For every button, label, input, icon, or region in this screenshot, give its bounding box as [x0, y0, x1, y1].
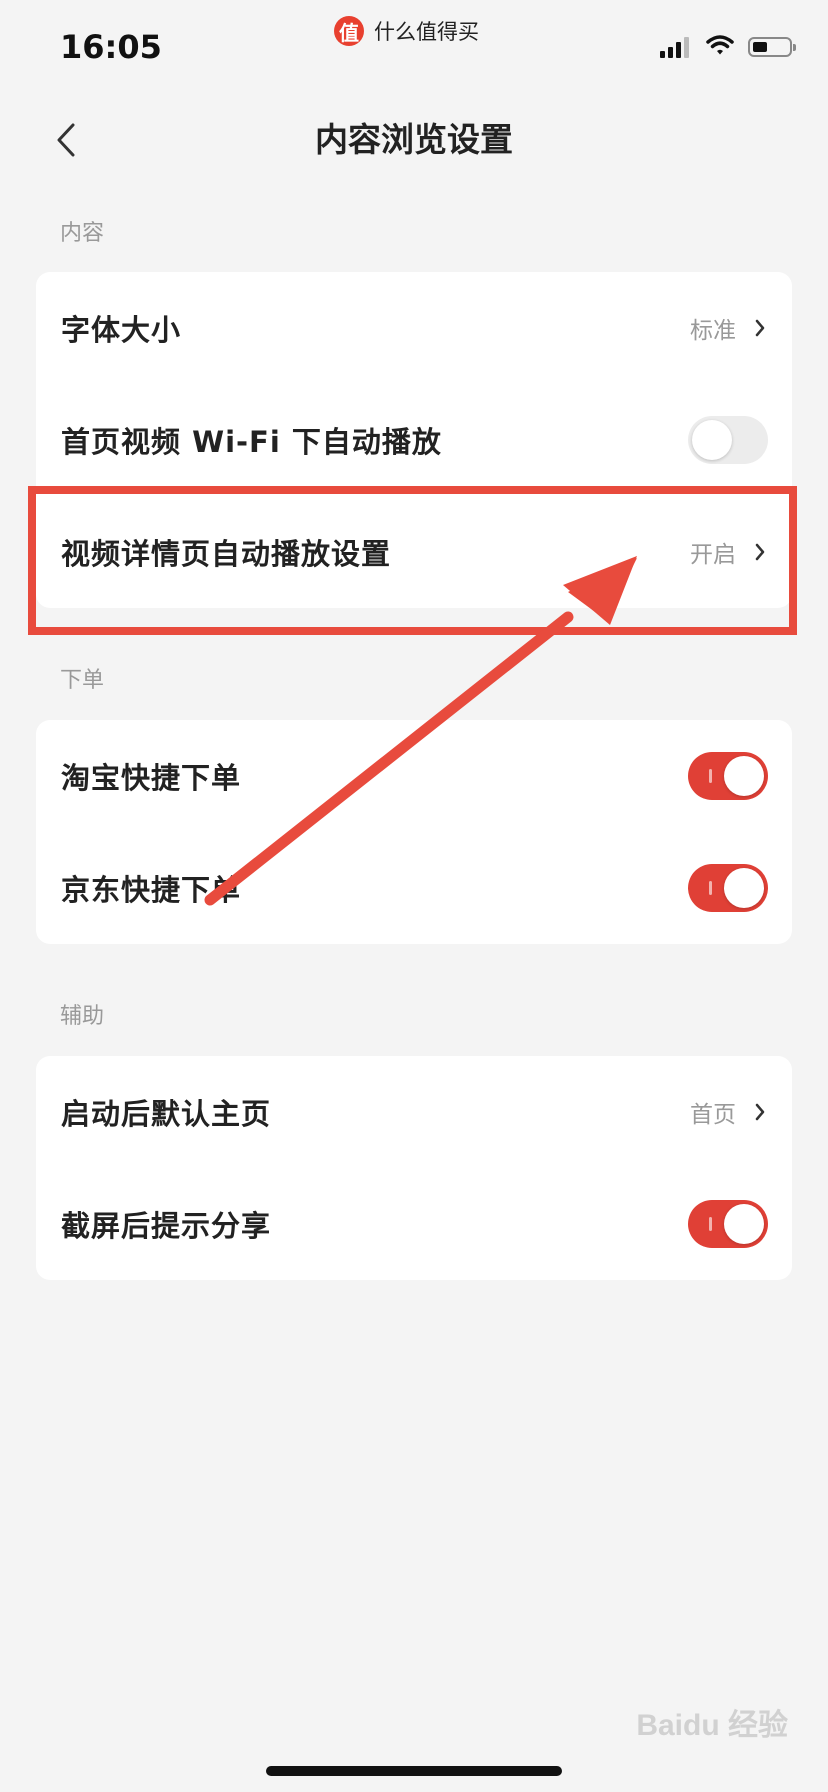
home-video-autoplay-toggle[interactable]: [688, 416, 768, 464]
back-button[interactable]: [48, 118, 84, 162]
card-order: 淘宝快捷下单 京东快捷下单: [36, 720, 792, 944]
row-label: 字体大小: [61, 313, 182, 347]
row-default-home[interactable]: 启动后默认主页 首页: [36, 1056, 792, 1168]
home-indicator: [266, 1766, 562, 1776]
annotation-highlight-box: [28, 486, 797, 635]
app-logo-icon: 值: [334, 16, 364, 46]
row-label: 启动后默认主页: [61, 1097, 272, 1131]
watermark: Baidu 经验: [636, 1709, 788, 1742]
section-label-assist: 辅助: [60, 1004, 105, 1029]
card-assist: 启动后默认主页 首页 截屏后提示分享: [36, 1056, 792, 1280]
row-label: 京东快捷下单: [61, 873, 242, 907]
page-title: 内容浏览设置: [315, 120, 513, 159]
status-time: 16:05: [60, 28, 162, 66]
status-icons: [660, 34, 796, 60]
chevron-left-icon: [57, 123, 75, 157]
row-screenshot-share: 截屏后提示分享: [36, 1168, 792, 1280]
row-label: 淘宝快捷下单: [61, 761, 242, 795]
row-font-size[interactable]: 字体大小 标准: [36, 272, 792, 384]
row-label: 首页视频 Wi-Fi 下自动播放: [61, 425, 442, 459]
row-home-video-autoplay: 首页视频 Wi-Fi 下自动播放: [36, 384, 792, 496]
chevron-right-icon: [754, 1101, 768, 1123]
section-label-content: 内容: [60, 221, 105, 246]
wifi-icon: [706, 34, 734, 60]
row-label: 截屏后提示分享: [61, 1209, 272, 1243]
battery-icon: [748, 37, 796, 57]
taobao-quick-order-toggle[interactable]: [688, 752, 768, 800]
screenshot-share-toggle[interactable]: [688, 1200, 768, 1248]
jd-quick-order-toggle[interactable]: [688, 864, 768, 912]
row-value: 标准: [690, 318, 736, 344]
status-app: 值 什么值得买: [334, 14, 479, 48]
row-taobao-quick-order: 淘宝快捷下单: [36, 720, 792, 832]
signal-icon: [660, 36, 692, 58]
section-label-order: 下单: [60, 668, 105, 693]
row-jd-quick-order: 京东快捷下单: [36, 832, 792, 944]
app-name: 什么值得买: [374, 20, 479, 44]
row-value: 首页: [690, 1102, 736, 1128]
chevron-right-icon: [754, 317, 768, 339]
